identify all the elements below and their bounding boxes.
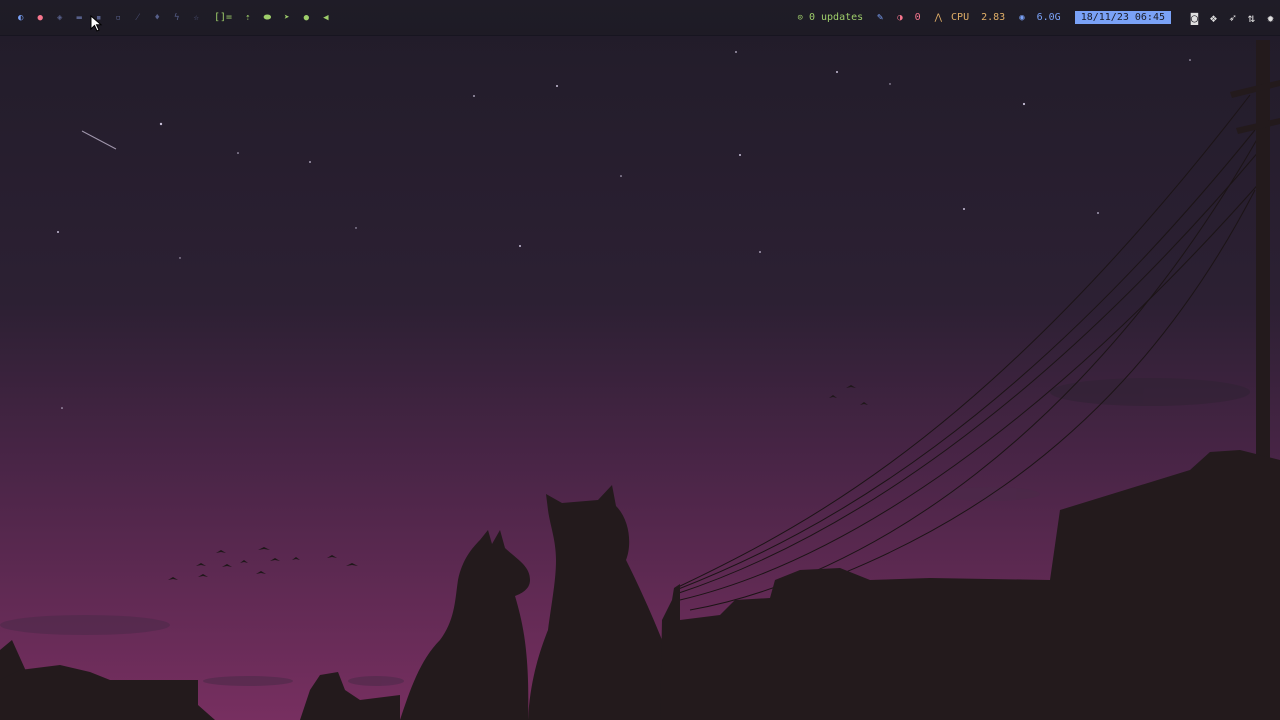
shield-icon[interactable]: ◈ (50, 8, 70, 28)
status-modules: ⊙ 0 updates ✎ ◑ 0 ⋀ CPU 2.83 ◉ 6.0G 18/1… (798, 0, 1280, 35)
settings-gear-icon[interactable]: ✹ (1261, 11, 1280, 25)
dropbox-icon[interactable]: ❖ (1204, 11, 1223, 25)
cpu-icon: ⋀ (934, 12, 943, 23)
volume-icon[interactable]: ◀ (316, 8, 336, 28)
updates-module[interactable]: ⊙ 0 updates (798, 12, 864, 23)
camera-icon[interactable]: ◙ (1185, 11, 1204, 25)
updates-text: 0 updates (808, 12, 864, 23)
transfer-icon[interactable]: ⇅ (1242, 11, 1261, 25)
notifications-module[interactable]: ◑ 0 (897, 12, 920, 23)
utility-pole (1256, 40, 1270, 470)
layout-indicator[interactable]: []= (214, 12, 232, 23)
pin-module[interactable]: ✎ (877, 12, 883, 23)
cpu-module[interactable]: ⋀ CPU 2.83 (935, 12, 1006, 23)
pen-icon[interactable]: ⁄ (128, 8, 148, 28)
wallpaper-scene (0, 0, 1280, 720)
record-icon[interactable]: ● (31, 8, 51, 28)
notifications-count: 0 (914, 12, 921, 23)
memory-value: 6.0G (1036, 12, 1061, 23)
mail-icon[interactable]: ▬ (70, 8, 90, 28)
package-icon: ⊙ (797, 12, 803, 23)
notification-icon: ◑ (897, 12, 903, 23)
workspace-list: ◐ ● ◈ ▬ ▪ ▫ ⁄ ♦ ϟ ☆ []= ⇡ ⬬ ➤ ● ◀ (0, 0, 336, 35)
bolt-icon[interactable]: ϟ (167, 8, 187, 28)
cpu-value: 2.83 (981, 12, 1006, 23)
feather-icon[interactable]: ➶ (1223, 11, 1242, 25)
pin-icon: ✎ (877, 12, 884, 23)
star-icon[interactable]: ☆ (187, 8, 207, 28)
cpu-label: CPU (951, 12, 970, 23)
clock[interactable]: 18/11/23 06:45 (1074, 11, 1171, 24)
system-tray: ◙ ❖ ➶ ⇅ ✹ (1185, 11, 1280, 25)
globe-icon[interactable]: ● (297, 8, 317, 28)
desktop-wallpaper (0, 0, 1280, 720)
top-status-bar: ◐ ● ◈ ▬ ▪ ▫ ⁄ ♦ ϟ ☆ []= ⇡ ⬬ ➤ ● ◀ ⊙ 0 updates ✎ ◑ 0 ⋀ C… (0, 0, 1280, 36)
drop-icon[interactable]: ♦ (148, 8, 168, 28)
mouse-cursor-icon (90, 15, 103, 32)
upload-icon[interactable]: ⇡ (238, 8, 258, 28)
memory-module[interactable]: ◉ 6.0G (1019, 12, 1061, 23)
memory-icon: ◉ (1019, 12, 1025, 23)
arch-logo-icon[interactable]: ◐ (11, 8, 31, 28)
send-icon[interactable]: ➤ (277, 8, 297, 28)
trash-icon[interactable]: ▫ (109, 8, 129, 28)
shield-check-icon[interactable]: ⬬ (258, 8, 278, 28)
